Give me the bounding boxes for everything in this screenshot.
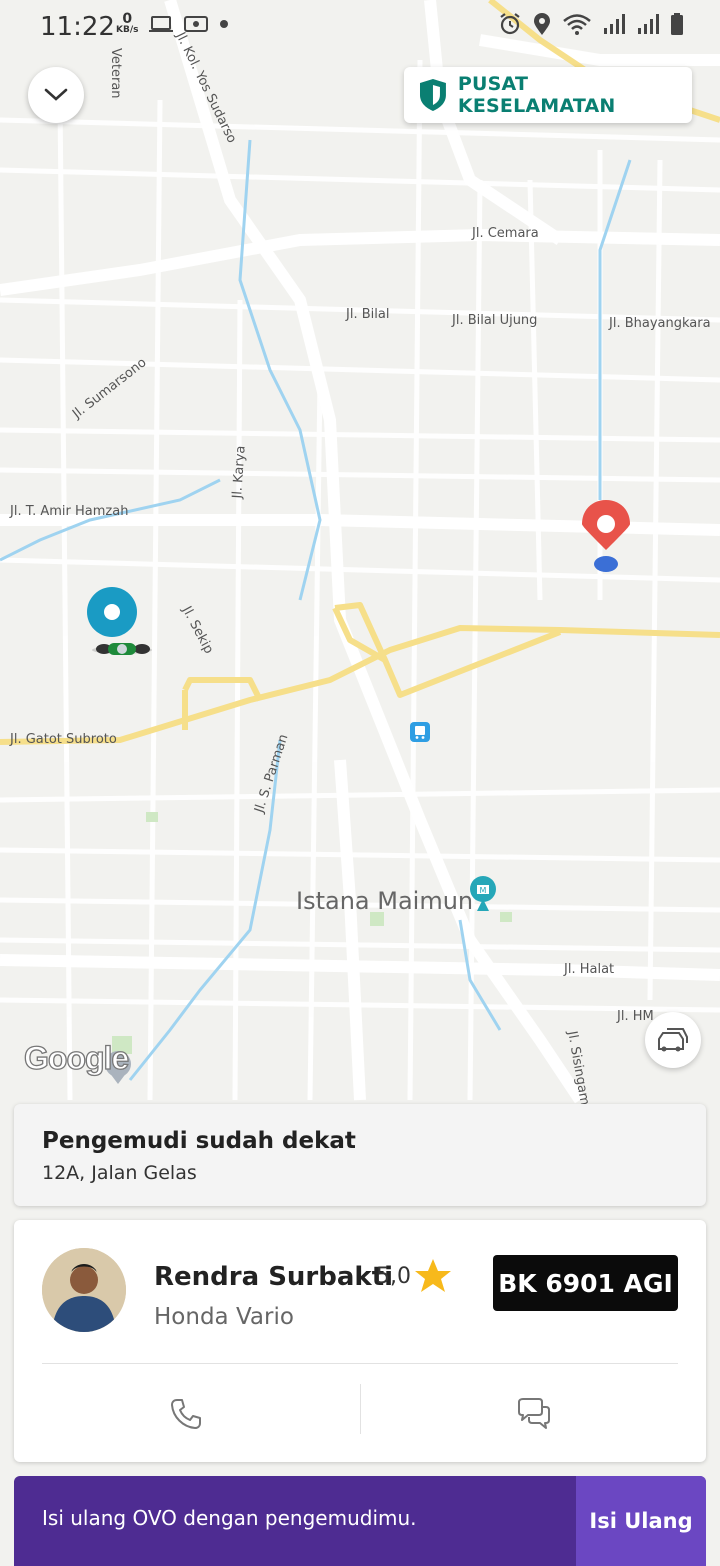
ovo-message: Isi ulang OVO dengan pengemudimu. [42,1506,417,1530]
pickup-marker [87,587,137,637]
divider [42,1363,678,1364]
chat-driver-button[interactable] [512,1392,556,1436]
street-label: Jl. Halat [564,962,615,977]
bus-station-icon [410,722,430,742]
net-speed-unit: KB/s [116,25,139,35]
street-label: Jl. Bhayangkara [609,316,711,331]
driver-motorbike-icon [92,643,152,655]
driver-rating: 5,0 [376,1264,411,1289]
net-speed-value: 0 [122,11,133,27]
wifi-icon [563,14,591,35]
street-label: Jl. T. Amir Hamzah [10,504,129,519]
safety-center-label: PUSAT KESELAMATAN [457,73,616,117]
svg-text:M: M [480,886,487,895]
driver-card: Rendra Surbakti 5,0 Honda Vario BK 6901 … [14,1220,706,1462]
traffic-toggle-button[interactable] [645,1012,701,1068]
ovo-topup-banner: Isi ulang OVO dengan pengemudimu. Isi Ul… [14,1476,706,1566]
trip-status-card: Pengemudi sudah dekat 12A, Jalan Gelas [14,1104,706,1206]
street-label: Jl. Bilal [346,307,390,322]
street-label: Jl. HM [617,1009,654,1024]
phone-icon [171,1399,201,1429]
star-icon [415,1259,451,1292]
signal-icon [638,14,659,34]
trip-status-title: Pengemudi sudah dekat [42,1128,356,1154]
screen-record-icon [184,15,209,32]
laptop-icon [149,15,174,32]
notification-dot-icon [220,19,229,28]
pickup-address: 12A, Jalan Gelas [42,1162,197,1184]
street-label: Jl. Gatot Subroto [10,732,117,747]
location-icon [534,13,550,35]
topup-button[interactable]: Isi Ulang [576,1476,706,1566]
status-bar: 11:22 0 KB/s [0,0,720,56]
divider [360,1384,361,1434]
vehicle-model: Honda Vario [154,1304,294,1330]
google-logo: Google [23,1039,130,1076]
street-label: Jl. Bilal Ujung [452,313,538,328]
status-time: 11:22 [40,12,115,42]
driver-avatar [42,1248,126,1332]
driver-name: Rendra Surbakti [154,1262,394,1292]
net-speed: 0 KB/s [116,12,138,35]
signal-icon [604,14,625,34]
chevron-down-icon [44,88,68,101]
shield-icon [419,79,446,111]
alarm-icon [500,13,520,35]
license-plate: BK 6901 AGI [493,1255,678,1311]
street-label: Jl. Cemara [472,226,539,241]
call-driver-button[interactable] [164,1392,208,1436]
chat-icon [518,1398,550,1429]
safety-center-button[interactable]: PUSAT KESELAMATAN [404,67,692,123]
battery-icon [671,13,683,35]
car-traffic-icon [658,1028,688,1052]
collapse-button[interactable] [28,67,84,123]
landmark-label: Istana Maimun [296,887,474,915]
